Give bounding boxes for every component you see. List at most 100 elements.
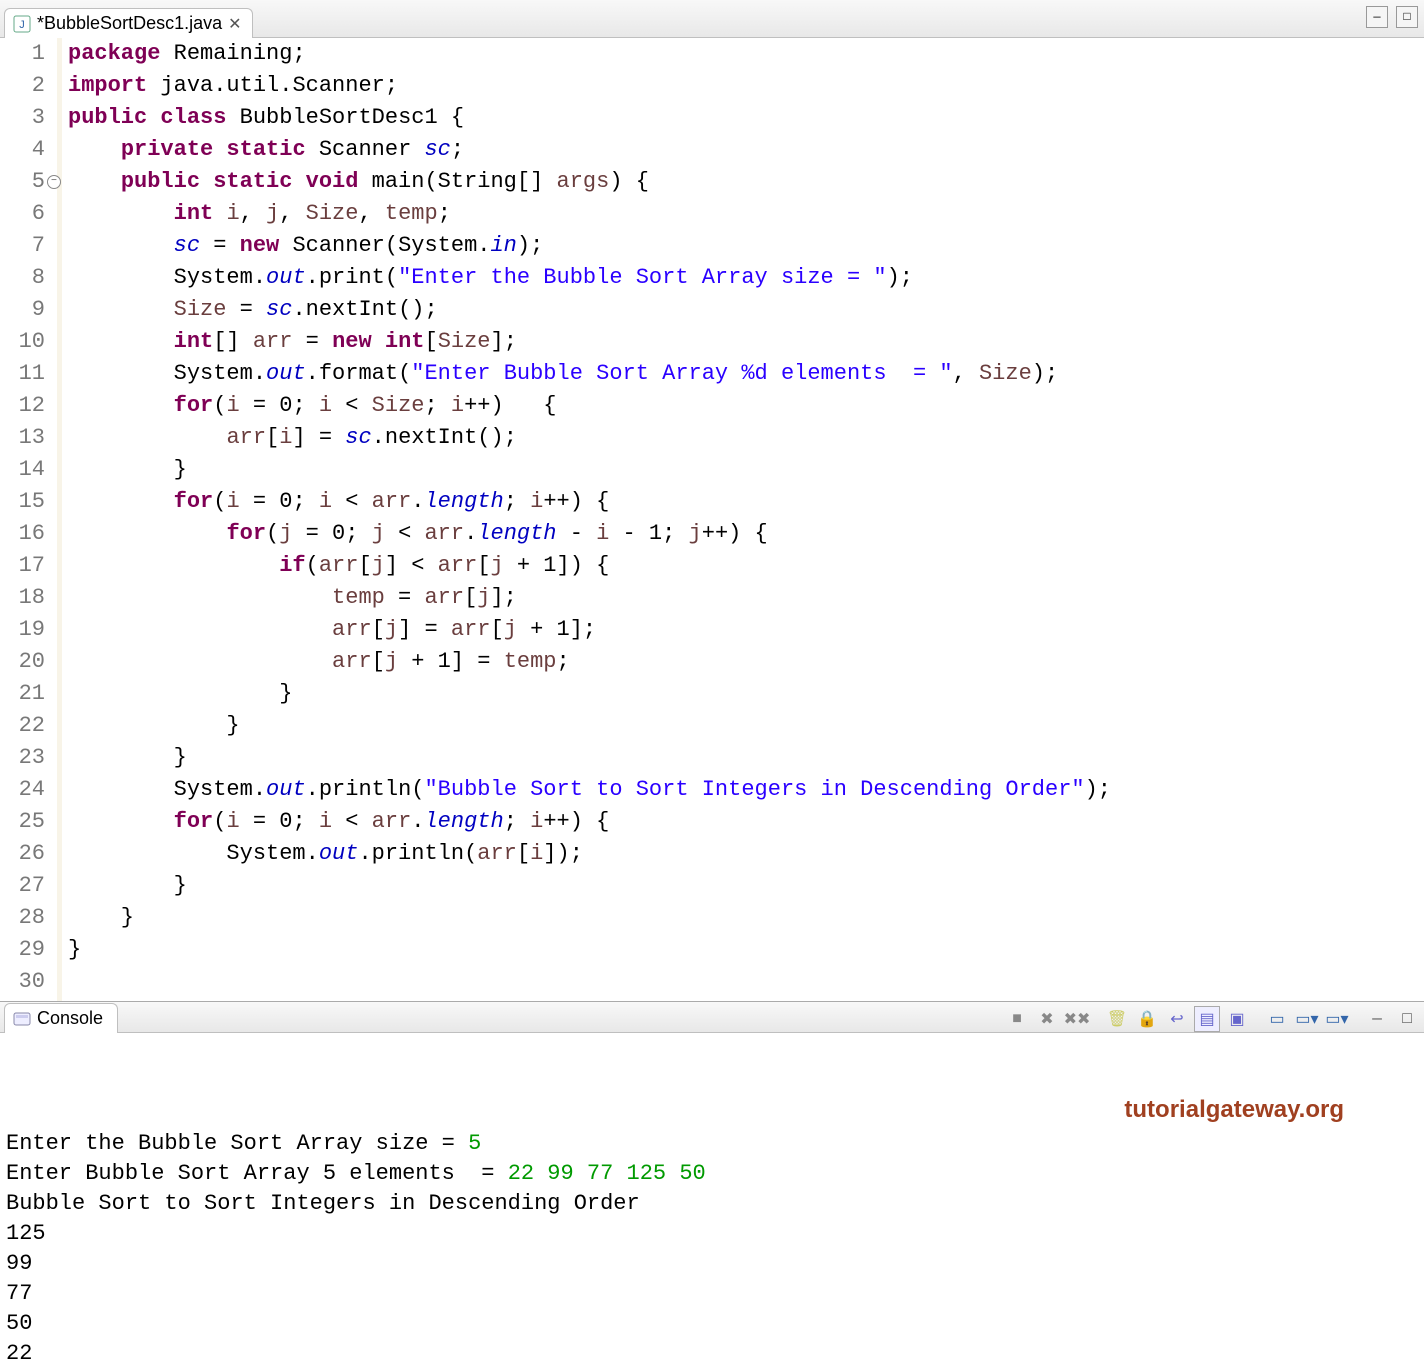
editor-area: J *BubbleSortDesc1.java ✕ — □ 1234567891… — [0, 0, 1424, 1002]
console-line: Enter Bubble Sort Array 5 elements = 22 … — [6, 1159, 1418, 1189]
code-line[interactable]: } — [68, 870, 1424, 902]
line-number: 13 — [0, 422, 45, 454]
line-number: 20 — [0, 646, 45, 678]
line-number: 19 — [0, 614, 45, 646]
line-number: 24 — [0, 774, 45, 806]
console-line: 50 — [6, 1309, 1418, 1339]
console-line: Enter the Bubble Sort Array size = 5 — [6, 1129, 1418, 1159]
code-line[interactable]: } — [68, 454, 1424, 486]
code-line[interactable]: } — [68, 902, 1424, 934]
line-number: 17 — [0, 550, 45, 582]
console-panel: Console ■✖✖✖🗑🔒↩▤▣▭▭▾▭▾—□ <terminated> Bu… — [0, 1002, 1424, 1364]
code-line[interactable]: System.out.println(arr[i]); — [68, 838, 1424, 870]
close-tab-icon[interactable]: ✕ — [228, 14, 241, 34]
line-number: 6 — [0, 198, 45, 230]
line-number: 3 — [0, 102, 45, 134]
display-selected-icon[interactable]: ▭ — [1264, 1006, 1290, 1032]
console-tab[interactable]: Console — [4, 1003, 118, 1033]
line-number: 25 — [0, 806, 45, 838]
line-number: 14 — [0, 454, 45, 486]
show-console-icon[interactable]: ▤ — [1194, 1006, 1220, 1032]
code-line[interactable]: private static Scanner sc; — [68, 134, 1424, 166]
line-number: 5 — [0, 166, 45, 198]
pin-console-icon[interactable]: ▣ — [1224, 1006, 1250, 1032]
line-number: 23 — [0, 742, 45, 774]
minimize-editor-icon[interactable]: — — [1366, 6, 1388, 28]
code-line[interactable]: temp = arr[j]; — [68, 582, 1424, 614]
line-number-gutter: 1234567891011121314151617181920212223242… — [0, 38, 62, 1001]
console-tab-label: Console — [37, 1008, 103, 1029]
fold-toggle-icon[interactable]: − — [47, 175, 61, 189]
editor-tab-label: *BubbleSortDesc1.java — [37, 13, 222, 34]
wrap-icon[interactable]: ↩ — [1164, 1006, 1190, 1032]
console-output[interactable]: tutorialgateway.org Enter the Bubble Sor… — [0, 1037, 1424, 1371]
line-number: 4 — [0, 134, 45, 166]
code-line[interactable]: for(i = 0; i < Size; i++) { — [68, 390, 1424, 422]
code-line[interactable]: for(i = 0; i < arr.length; i++) { — [68, 486, 1424, 518]
maximize-icon[interactable]: □ — [1394, 1006, 1420, 1032]
code-line[interactable]: public static void main(String[] args) { — [68, 166, 1424, 198]
line-number: 2 — [0, 70, 45, 102]
line-number: 16 — [0, 518, 45, 550]
code-line[interactable]: if(arr[j] < arr[j + 1]) { — [68, 550, 1424, 582]
code-line[interactable]: sc = new Scanner(System.in); — [68, 230, 1424, 262]
code-line[interactable]: arr[j + 1] = temp; — [68, 646, 1424, 678]
code-line[interactable]: } — [68, 678, 1424, 710]
clear-console-icon[interactable]: 🗑 — [1104, 1006, 1130, 1032]
watermark: tutorialgateway.org — [1124, 1095, 1344, 1125]
line-number: 1 — [0, 38, 45, 70]
console-toolbar: ■✖✖✖🗑🔒↩▤▣▭▭▾▭▾—□ — [1004, 1006, 1420, 1032]
line-number: 7 — [0, 230, 45, 262]
line-number: 11 — [0, 358, 45, 390]
open-console-icon[interactable]: ▭▾ — [1294, 1006, 1320, 1032]
console-tab-bar: Console ■✖✖✖🗑🔒↩▤▣▭▭▾▭▾—□ — [0, 1002, 1424, 1033]
code-line[interactable]: arr[i] = sc.nextInt(); — [68, 422, 1424, 454]
code-line[interactable]: System.out.print("Enter the Bubble Sort … — [68, 262, 1424, 294]
line-number: 30 — [0, 966, 45, 998]
line-number: 22 — [0, 710, 45, 742]
line-number: 15 — [0, 486, 45, 518]
code-line[interactable]: System.out.println("Bubble Sort to Sort … — [68, 774, 1424, 806]
line-number: 12 — [0, 390, 45, 422]
java-file-icon: J — [13, 15, 31, 33]
console-line: 125 — [6, 1219, 1418, 1249]
code-line[interactable]: arr[j] = arr[j + 1]; — [68, 614, 1424, 646]
remove-all-icon[interactable]: ✖✖ — [1064, 1006, 1090, 1032]
line-number: 8 — [0, 262, 45, 294]
lock-scroll-icon[interactable]: 🔒 — [1134, 1006, 1160, 1032]
code-line[interactable]: for(i = 0; i < arr.length; i++) { — [68, 806, 1424, 838]
code-line[interactable]: package Remaining; — [68, 38, 1424, 70]
line-number: 27 — [0, 870, 45, 902]
line-number: 10 — [0, 326, 45, 358]
terminate-icon[interactable]: ■ — [1004, 1006, 1030, 1032]
console-line: 99 — [6, 1249, 1418, 1279]
console-line: 22 — [6, 1339, 1418, 1369]
svg-text:J: J — [19, 19, 25, 31]
line-number: 29 — [0, 934, 45, 966]
console-line: 77 — [6, 1279, 1418, 1309]
code-line[interactable]: int[] arr = new int[Size]; — [68, 326, 1424, 358]
remove-launch-icon[interactable]: ✖ — [1034, 1006, 1060, 1032]
code-line[interactable]: } — [68, 742, 1424, 774]
code-editor[interactable]: 1234567891011121314151617181920212223242… — [0, 38, 1424, 1001]
console-line: Bubble Sort to Sort Integers in Descendi… — [6, 1189, 1418, 1219]
code-line[interactable]: } — [68, 710, 1424, 742]
line-number: 9 — [0, 294, 45, 326]
minimize-icon[interactable]: — — [1364, 1006, 1390, 1032]
code-line[interactable]: Size = sc.nextInt(); — [68, 294, 1424, 326]
console-icon — [13, 1010, 31, 1028]
new-console-icon[interactable]: ▭▾ — [1324, 1006, 1350, 1032]
line-number: 21 — [0, 678, 45, 710]
line-number: 26 — [0, 838, 45, 870]
code-line[interactable]: System.out.format("Enter Bubble Sort Arr… — [68, 358, 1424, 390]
line-number: 18 — [0, 582, 45, 614]
code-content[interactable]: package Remaining;import java.util.Scann… — [62, 38, 1424, 1001]
code-line[interactable]: int i, j, Size, temp; — [68, 198, 1424, 230]
code-line[interactable]: public class BubbleSortDesc1 { — [68, 102, 1424, 134]
maximize-editor-icon[interactable]: □ — [1396, 6, 1418, 28]
editor-tab[interactable]: J *BubbleSortDesc1.java ✕ — [4, 8, 253, 38]
code-line[interactable]: for(j = 0; j < arr.length - i - 1; j++) … — [68, 518, 1424, 550]
code-line[interactable]: import java.util.Scanner; — [68, 70, 1424, 102]
editor-window-controls: — □ — [1366, 6, 1418, 28]
code-line[interactable]: } — [68, 934, 1424, 966]
